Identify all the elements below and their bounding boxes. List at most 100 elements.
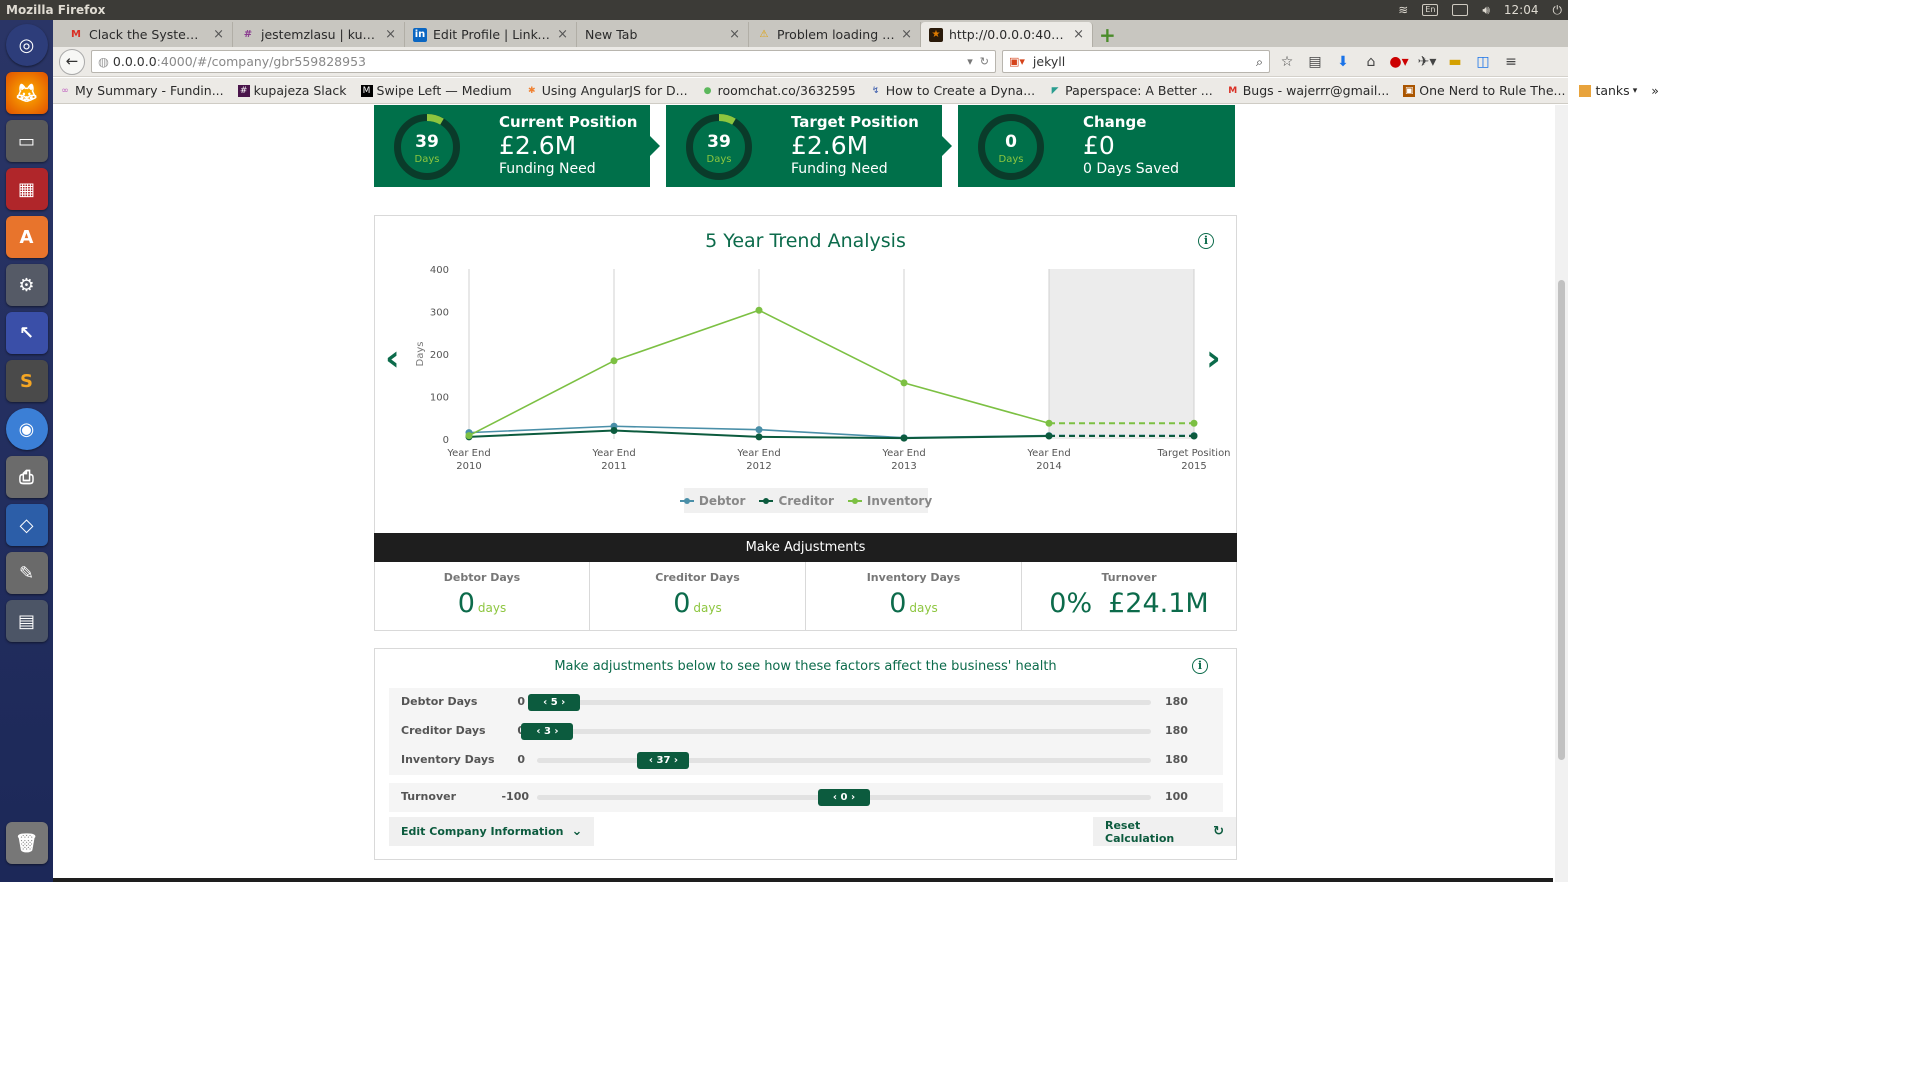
bookmark-label: Swipe Left — Medium	[376, 83, 512, 98]
close-tab-icon[interactable]: ×	[1073, 27, 1084, 42]
slider-value: 3	[543, 726, 551, 737]
close-tab-icon[interactable]: ×	[557, 27, 568, 42]
bookmark-favicon-icon: M	[360, 84, 373, 97]
slider-handle[interactable]: ‹ 0 ›	[818, 789, 870, 806]
search-engine-icon[interactable]: ▣▾	[1009, 55, 1025, 68]
slider-handle[interactable]: ‹ 37 ›	[637, 752, 690, 769]
bookmark-favicon-icon: ↯	[871, 85, 880, 96]
bookmark-item[interactable]: M Swipe Left — Medium	[360, 83, 512, 98]
tab-problem-loading[interactable]: ⚠ Problem loading page ×	[749, 22, 921, 47]
bookmark-label: One Nerd to Rule The...	[1419, 83, 1566, 98]
url-bar[interactable]: ◍ 0.0.0.0:4000/#/company/gbr559828953 ▾ …	[91, 50, 996, 73]
ubuntu-dash-icon[interactable]: ◎	[5, 24, 48, 66]
slider-handle[interactable]: ‹ 3 ›	[521, 723, 574, 740]
slider-max: 180	[1165, 753, 1188, 766]
slider-track[interactable]	[537, 758, 1151, 763]
x-tick-label: Year End	[591, 448, 635, 459]
calculator-icon[interactable]: ▤	[5, 600, 48, 642]
slider-value: 5	[550, 697, 558, 708]
legend-item-creditor[interactable]: Creditor	[759, 494, 834, 508]
power-icon[interactable]: ⏻	[1553, 3, 1563, 18]
bookmark-item[interactable]: ▣ One Nerd to Rule The...	[1403, 83, 1565, 98]
volume-icon[interactable]: 🔊︎	[1482, 3, 1490, 18]
legend-item-inventory[interactable]: Inventory	[847, 494, 932, 508]
trash-icon[interactable]: 🗑︎	[5, 822, 48, 864]
virtualbox-icon[interactable]: ◇	[5, 504, 48, 546]
tab-slack[interactable]: # jestemzlasu | kupaje... ×	[233, 22, 405, 47]
tab-localhost[interactable]: ★ http://0.0.0.0:4000/ ×	[921, 22, 1093, 47]
bookmark-item[interactable]: ∞ My Summary - Fundin...	[59, 83, 223, 98]
stat-label: Turnover	[1101, 571, 1157, 584]
tab-label: Clack the System - w...	[89, 27, 207, 42]
files-icon[interactable]: ▭	[5, 120, 48, 162]
bookmark-star-icon[interactable]: ☆	[1276, 54, 1298, 70]
bookmark-folder[interactable]: tanks ▾	[1579, 83, 1637, 98]
bookmark-item[interactable]: M Bugs - wajerrr@gmail...	[1227, 83, 1389, 98]
page-scrollbar[interactable]	[1555, 105, 1568, 882]
slider-handle[interactable]: ‹ 5 ›	[528, 694, 581, 711]
note-icon[interactable]: ▬	[1444, 54, 1466, 70]
bookmark-label: Paperspace: A Better ...	[1065, 83, 1213, 98]
reading-list-icon[interactable]: ▤	[1304, 54, 1326, 70]
search-input[interactable]: jekyll	[1033, 54, 1065, 69]
bookmark-item[interactable]: ◤ Paperspace: A Better ...	[1049, 83, 1213, 98]
slider-min: 0	[517, 753, 525, 766]
search-icon[interactable]: ⌕	[1256, 54, 1263, 70]
data-point-inventory	[1190, 419, 1198, 427]
tab-new-tab[interactable]: New Tab ×	[577, 22, 749, 47]
clock[interactable]: 12:04	[1504, 3, 1539, 17]
slider-track[interactable]	[537, 700, 1151, 705]
bookmark-item[interactable]: ✱ Using AngularJS for D...	[526, 83, 688, 98]
scrollbar-thumb[interactable]	[1558, 280, 1565, 760]
bookmark-item[interactable]: ↯ How to Create a Dyna...	[870, 83, 1035, 98]
tab-gmail[interactable]: M Clack the System - w... ×	[61, 22, 233, 47]
back-arrow-icon[interactable]: ←	[59, 48, 85, 75]
close-tab-icon[interactable]: ×	[901, 27, 912, 42]
info-icon[interactable]: i	[1198, 233, 1214, 249]
url-dropdown-icon[interactable]: ▾ ↻	[967, 55, 989, 68]
card-subtitle: Funding Need	[499, 161, 596, 177]
home-icon[interactable]: ⌂	[1360, 54, 1382, 70]
sublime-text-icon[interactable]: S	[5, 360, 48, 402]
system-settings-icon[interactable]: ⚙	[5, 264, 48, 306]
edit-company-info-button[interactable]: Edit Company Information ⌄	[389, 817, 595, 846]
legend-item-debtor[interactable]: Debtor	[679, 494, 745, 508]
stat-label: Debtor Days	[443, 571, 521, 584]
projection-region	[1049, 269, 1194, 439]
screenshot-tool-icon[interactable]: ↖	[5, 312, 48, 354]
printer-icon[interactable]: ⎙	[5, 456, 48, 498]
close-tab-icon[interactable]: ×	[729, 27, 740, 42]
battery-icon[interactable]	[1452, 4, 1469, 16]
gimp-icon[interactable]: ✎	[5, 552, 48, 594]
bookmark-item[interactable]: ● roomchat.co/3632595	[702, 83, 856, 98]
stat-label: Creditor Days	[655, 571, 740, 584]
adblock-icon[interactable]: ●▾	[1388, 54, 1410, 70]
new-tab-plus-icon[interactable]: +	[1099, 23, 1116, 47]
close-tab-icon[interactable]: ×	[385, 27, 396, 42]
slider-track[interactable]	[537, 729, 1151, 734]
bookmark-item[interactable]: # kupajeza Slack	[237, 83, 347, 98]
data-point-creditor	[1045, 432, 1053, 440]
menu-icon[interactable]: ≡	[1500, 54, 1522, 70]
firefox-icon[interactable]: 🦊︎	[5, 72, 48, 114]
wifi-icon[interactable]: ≋	[1398, 3, 1408, 17]
keyboard-layout-indicator[interactable]: En	[1422, 4, 1439, 16]
counter-extension-icon[interactable]: ◫	[1472, 54, 1494, 70]
tab-linkedin[interactable]: in Edit Profile | LinkedIn ×	[405, 22, 577, 47]
chevron-left-icon[interactable]: ‹	[385, 338, 400, 379]
chevron-right-icon[interactable]: ›	[1206, 338, 1221, 379]
y-tick-label: 200	[430, 350, 449, 361]
more-bookmarks-chevron-icon[interactable]: »	[1651, 83, 1659, 98]
search-bar[interactable]: ▣▾ jekyll ⌕	[1002, 50, 1270, 73]
x-tick-label: 2013	[891, 461, 916, 472]
extension-icon[interactable]: ✈▾	[1416, 54, 1438, 70]
make-adjustments-header: Make Adjustments	[374, 533, 1237, 562]
chromium-icon[interactable]: ◉	[5, 408, 48, 450]
software-center-icon[interactable]: A	[5, 216, 48, 258]
close-tab-icon[interactable]: ×	[213, 27, 224, 42]
reset-calculation-button[interactable]: Reset Calculation ↻	[1093, 817, 1236, 846]
downloads-icon[interactable]: ⬇	[1332, 54, 1354, 70]
bookmark-label: Using AngularJS for D...	[541, 83, 688, 98]
info-icon[interactable]: i	[1192, 658, 1208, 674]
presentation-icon[interactable]: ▦	[5, 168, 48, 210]
